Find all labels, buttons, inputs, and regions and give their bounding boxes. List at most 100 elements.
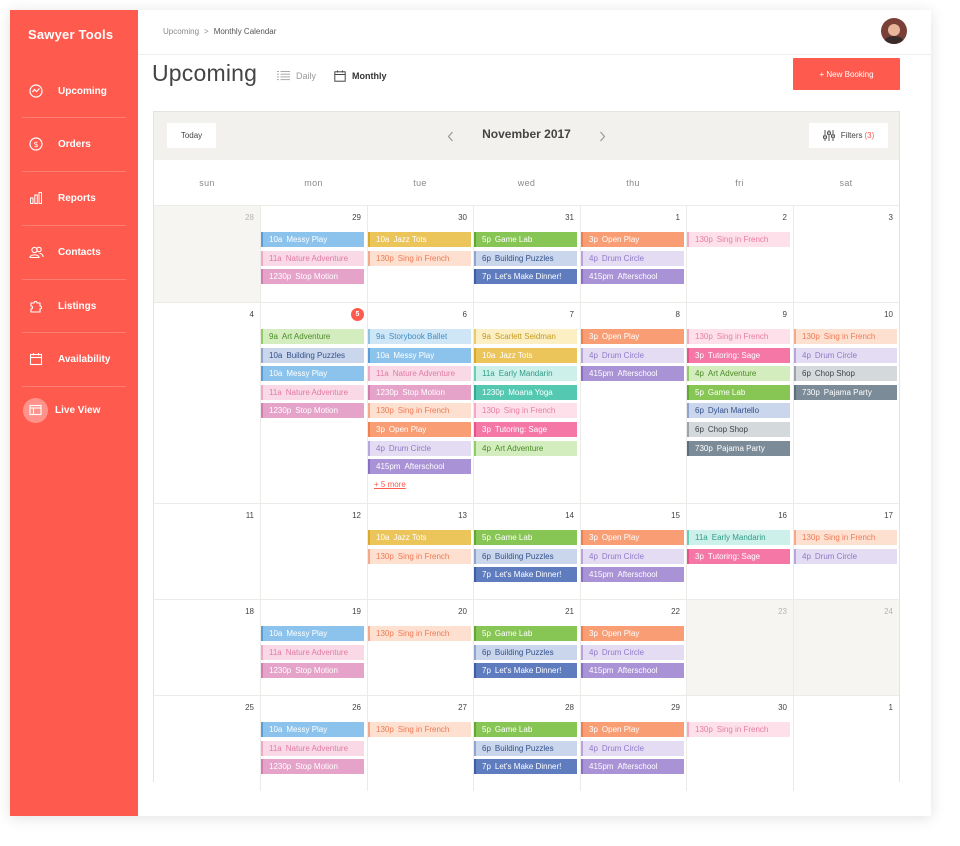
event-chip[interactable]: 7p Let's Make Dinner! [474, 567, 577, 583]
event-chip[interactable]: 3p Open Play [581, 530, 684, 545]
event-chip[interactable]: 415pm Afterschool [581, 269, 684, 285]
event-chip[interactable]: 130p Sing in French [794, 530, 897, 545]
day-cell[interactable]: 25 [154, 695, 260, 791]
day-cell[interactable]: 6 9a Storybook Ballet 10a Messy Play 11a Natur… [367, 302, 473, 503]
brand-logo[interactable]: Sawyer Tools [28, 27, 113, 42]
event-chip[interactable]: 3p Open Play [581, 329, 684, 344]
sidebar-item-reports[interactable]: Reports [22, 171, 126, 225]
event-chip[interactable]: 3p Tutoring: Sage [687, 548, 790, 564]
event-chip[interactable]: 7p Let's Make Dinner! [474, 269, 577, 285]
event-chip[interactable]: 11a Nature Adventure [261, 644, 364, 660]
event-chip[interactable]: 130p Sing in French [794, 329, 897, 344]
new-booking-button[interactable]: + New Booking [793, 58, 900, 90]
day-cell[interactable]: 29 10a Messy Play 11a Nature Adventure 1230p S… [260, 205, 367, 302]
event-chip[interactable]: 4p Drum Circle [581, 644, 684, 660]
event-chip[interactable]: 4p Drum Circle [581, 548, 684, 564]
day-cell[interactable]: 7 9a Scarlett Seidman 10a Jazz Tots 11a Early … [473, 302, 580, 503]
day-cell[interactable]: 20 130p Sing in French [367, 599, 473, 695]
day-cell[interactable]: 3 [793, 205, 899, 302]
event-chip[interactable]: 730p Pajama Party [794, 384, 897, 400]
day-cell[interactable]: 30 10a Jazz Tots 130p Sing in French [367, 205, 473, 302]
event-chip[interactable]: 6p Building Puzzles [474, 644, 577, 660]
event-chip[interactable]: 10a Jazz Tots [368, 232, 471, 247]
day-cell[interactable]: 22 3p Open Play 4p Drum Circle 415pm Afterscho… [580, 599, 686, 695]
event-chip[interactable]: 11a Nature Adventure [261, 250, 364, 266]
day-cell[interactable]: 21 5p Game Lab 6p Building Puzzles 7p Let's Ma… [473, 599, 580, 695]
event-chip[interactable]: 5p Game Lab [474, 232, 577, 247]
event-chip[interactable]: 130p Sing in French [368, 722, 471, 737]
event-chip[interactable]: 4p Drum Circle [581, 250, 684, 266]
day-cell[interactable]: 12 [260, 503, 367, 599]
avatar[interactable] [881, 18, 907, 44]
day-cell[interactable]: 24 [793, 599, 899, 695]
today-button[interactable]: Today [167, 123, 216, 148]
day-cell[interactable]: 19 10a Messy Play 11a Nature Adventure 1230p S… [260, 599, 367, 695]
event-chip[interactable]: 130p Sing in French [368, 548, 471, 564]
event-chip[interactable]: 4p Art Adventure [687, 366, 790, 382]
view-daily-toggle[interactable]: Daily [277, 70, 316, 81]
event-chip[interactable]: 130p Sing in French [687, 329, 790, 344]
day-cell[interactable]: 1 [793, 695, 899, 791]
event-chip[interactable]: 3p Open Play [581, 232, 684, 247]
day-cell[interactable]: 26 10a Messy Play 11a Nature Adventure 1230p S… [260, 695, 367, 791]
day-cell[interactable]: 29 3p Open Play 4p Drum Circle 415pm Afterscho… [580, 695, 686, 791]
event-chip[interactable]: 1230p Stop Motion [261, 663, 364, 679]
sidebar-item-upcoming[interactable]: Upcoming [22, 64, 126, 118]
event-chip[interactable]: 9a Scarlett Seidman [474, 329, 577, 344]
sidebar-item-listings[interactable]: Listings [22, 279, 126, 333]
event-chip[interactable]: 730p Pajama Party [687, 440, 790, 456]
event-chip[interactable]: 130p Sing in French [368, 626, 471, 641]
event-chip[interactable]: 4p Drum Circle [794, 548, 897, 564]
sidebar-item-orders[interactable]: $ Orders [22, 117, 126, 171]
chevron-right-icon[interactable] [594, 126, 610, 146]
event-chip[interactable]: 415pm Afterschool [581, 663, 684, 679]
event-chip[interactable]: 10a Messy Play [261, 366, 364, 382]
day-cell[interactable]: 9 130p Sing in French 3p Tutoring: Sage 4p Art… [686, 302, 793, 503]
event-chip[interactable]: 6p Dylan Martello [687, 403, 790, 419]
breadcrumb-parent[interactable]: Upcoming [163, 27, 199, 36]
event-chip[interactable]: 415pm Afterschool [581, 366, 684, 382]
event-chip[interactable]: 130p Sing in French [474, 403, 577, 419]
event-chip[interactable]: 4p Drum Circle [368, 440, 471, 456]
day-cell[interactable]: 2 130p Sing in French [686, 205, 793, 302]
day-cell[interactable]: 8 3p Open Play 4p Drum Circle 415pm Afterschoo… [580, 302, 686, 503]
day-cell[interactable]: 4 [154, 302, 260, 503]
event-chip[interactable]: 6p Building Puzzles [474, 548, 577, 564]
event-chip[interactable]: 10a Messy Play [261, 722, 364, 737]
day-cell[interactable]: 31 5p Game Lab 6p Building Puzzles 7p Let's Ma… [473, 205, 580, 302]
event-chip[interactable]: 10a Messy Play [261, 626, 364, 641]
event-chip[interactable]: 415pm Afterschool [581, 567, 684, 583]
event-chip[interactable]: 3p Open Play [581, 722, 684, 737]
day-cell[interactable]: 28 5p Game Lab 6p Building Puzzles 7p Let's Ma… [473, 695, 580, 791]
event-chip[interactable]: 1230p Stop Motion [261, 759, 364, 775]
event-chip[interactable]: 130p Sing in French [687, 722, 790, 737]
day-cell[interactable]: 17 130p Sing in French 4p Drum Circle [793, 503, 899, 599]
sidebar-item-contacts[interactable]: Contacts [22, 225, 126, 279]
event-chip[interactable]: 5p Game Lab [474, 530, 577, 545]
event-chip[interactable]: 3p Tutoring: Sage [687, 347, 790, 363]
event-chip[interactable]: 10a Messy Play [261, 232, 364, 247]
event-chip[interactable]: 4p Drum Circle [794, 347, 897, 363]
sidebar-item-availability[interactable]: Availability [22, 332, 126, 386]
day-cell[interactable]: 15 3p Open Play 4p Drum Circle 415pm Afterscho… [580, 503, 686, 599]
filters-button[interactable]: Filters (3) [809, 123, 888, 148]
event-chip[interactable]: 130p Sing in French [687, 232, 790, 247]
day-cell[interactable]: 23 [686, 599, 793, 695]
event-chip[interactable]: 130p Sing in French [368, 403, 471, 419]
event-chip[interactable]: 7p Let's Make Dinner! [474, 663, 577, 679]
day-cell[interactable]: 30 130p Sing in French [686, 695, 793, 791]
event-chip[interactable]: 6p Building Puzzles [474, 250, 577, 266]
event-chip[interactable]: 10a Building Puzzles [261, 347, 364, 363]
day-cell[interactable]: 11 [154, 503, 260, 599]
event-chip[interactable]: 6p Chop Shop [794, 366, 897, 382]
event-chip[interactable]: 5p Game Lab [687, 384, 790, 400]
event-chip[interactable]: 3p Open Play [368, 422, 471, 437]
day-cell[interactable]: 14 5p Game Lab 6p Building Puzzles 7p Let's Ma… [473, 503, 580, 599]
event-chip[interactable]: 11a Early Mandarin [687, 530, 790, 545]
event-chip[interactable]: 7p Let's Make Dinner! [474, 759, 577, 775]
view-monthly-toggle[interactable]: Monthly [334, 70, 387, 82]
event-chip[interactable]: 6p Chop Shop [687, 422, 790, 437]
event-chip[interactable]: 415pm Afterschool [581, 759, 684, 775]
event-chip[interactable]: 11a Nature Adventure [261, 740, 364, 756]
day-cell[interactable]: 18 [154, 599, 260, 695]
